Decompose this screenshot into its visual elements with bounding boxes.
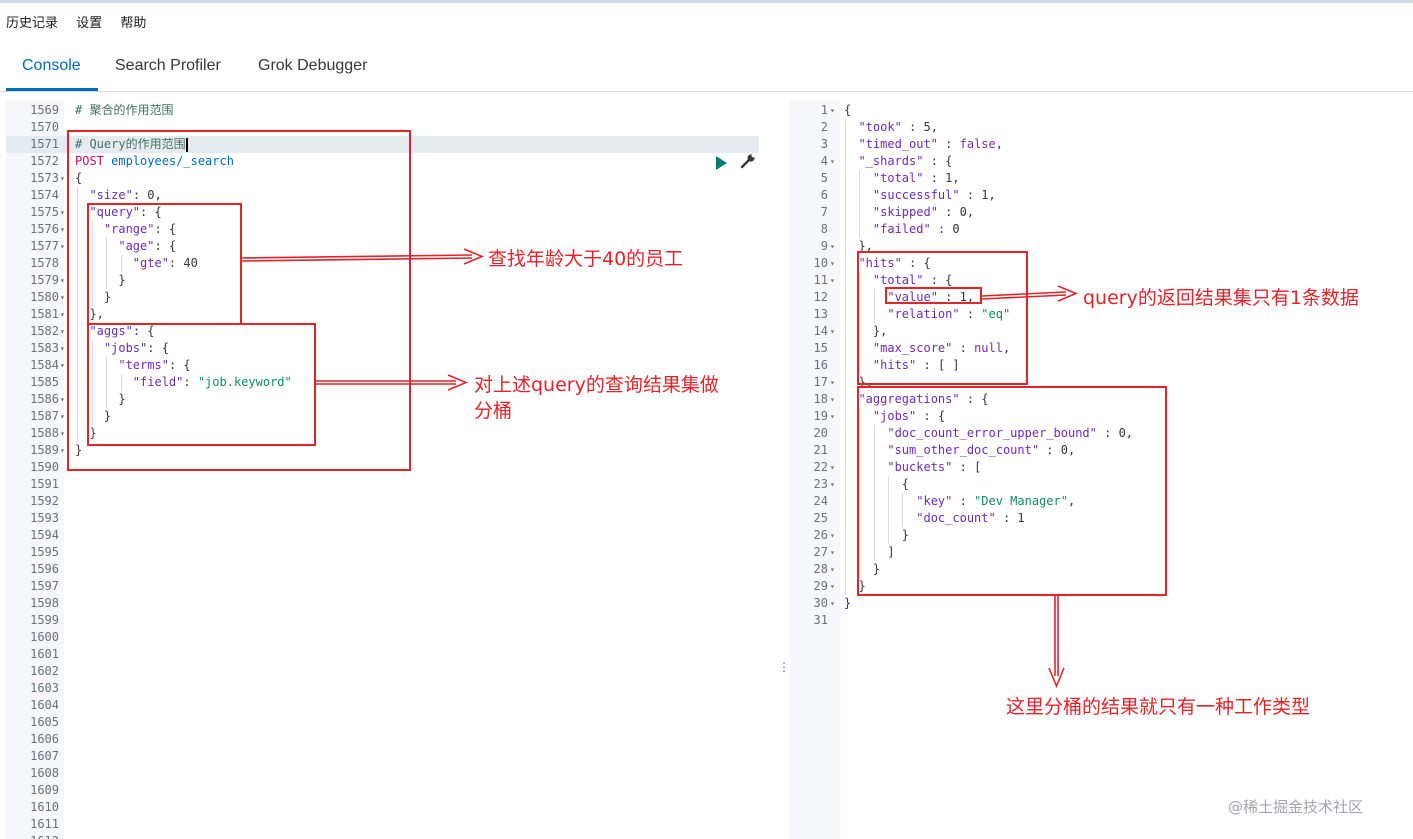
annotation-buckets: 这里分桶的结果就只有一种工作类型 bbox=[1006, 696, 1311, 718]
annotation-query: 查找年龄大于40的员工 bbox=[488, 248, 684, 270]
annotation-aggs-line2: 分桶 bbox=[474, 400, 513, 422]
annotation-aggs-line1: 对上述query的查询结果集做 bbox=[474, 374, 719, 396]
watermark: @稀土掘金技术社区 bbox=[1228, 798, 1364, 816]
annotation-hits: query的返回结果集只有1条数据 bbox=[1083, 287, 1359, 309]
